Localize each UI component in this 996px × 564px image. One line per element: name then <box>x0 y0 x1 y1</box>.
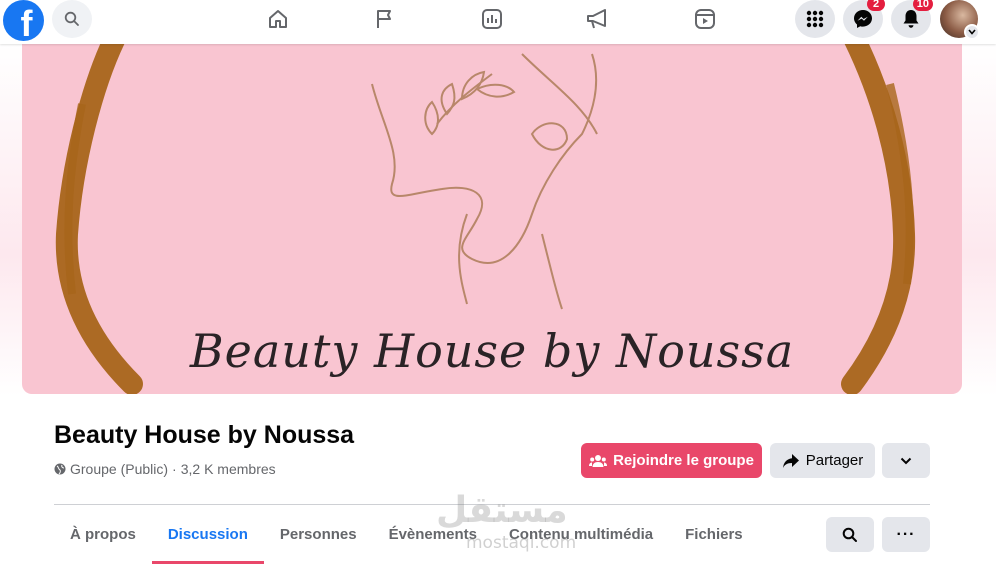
share-label: Partager <box>805 452 864 469</box>
tab-discussion[interactable]: Discussion <box>151 505 264 564</box>
notifications-badge: 10 <box>912 0 933 11</box>
notifications-button[interactable]: 10 <box>891 0 933 38</box>
more-options-dropdown-button[interactable] <box>882 443 930 478</box>
search-button[interactable] <box>52 0 92 38</box>
search-icon <box>64 11 79 26</box>
messenger-button[interactable]: 2 <box>843 0 885 38</box>
tab-people[interactable]: Personnes <box>264 505 373 564</box>
join-group-button[interactable]: Rejoindre le groupe <box>581 443 762 478</box>
facebook-logo[interactable]: f <box>3 0 44 41</box>
flag-icon <box>377 10 391 28</box>
nav-home[interactable] <box>263 4 293 34</box>
messenger-icon <box>854 10 872 28</box>
chevron-down-icon <box>968 29 976 35</box>
mostaql-watermark-url: mostaql.com <box>466 533 577 553</box>
share-button[interactable]: Partager <box>770 443 875 478</box>
nav-stats[interactable] <box>477 4 507 34</box>
home-icon <box>269 10 287 28</box>
messenger-badge: 2 <box>867 0 885 11</box>
meta-separator: · <box>172 461 177 477</box>
nav-pages[interactable] <box>370 4 400 34</box>
cover-photo: Beauty House by Noussa <box>22 44 962 394</box>
globe-icon <box>54 463 66 475</box>
group-people-icon <box>589 454 608 467</box>
menu-button[interactable] <box>795 0 835 38</box>
top-navigation-bar: f 2 10 <box>0 0 996 44</box>
cover-area: Beauty House by Noussa <box>0 44 996 396</box>
search-icon <box>842 527 857 542</box>
group-tabs: À propos Discussion Personnes Évènements… <box>54 505 759 564</box>
group-privacy[interactable]: Groupe (Public) <box>70 461 168 477</box>
video-icon <box>695 9 715 29</box>
group-title: Beauty House by Noussa <box>54 421 355 449</box>
chart-icon <box>482 9 502 29</box>
tab-about[interactable]: À propos <box>54 505 152 564</box>
bell-icon <box>903 10 919 28</box>
tab-files[interactable]: Fichiers <box>669 505 759 564</box>
group-search-button[interactable] <box>826 517 874 552</box>
cover-text: Beauty House by Noussa <box>189 324 795 378</box>
account-dropdown[interactable] <box>964 24 980 40</box>
group-meta: Groupe (Public) · 3,2 K membres <box>54 461 276 477</box>
share-arrow-icon <box>782 453 799 468</box>
mostaql-watermark: مستقل <box>436 490 568 531</box>
megaphone-icon <box>587 9 606 29</box>
chevron-down-icon <box>900 457 912 464</box>
nav-watch[interactable] <box>690 4 720 34</box>
join-group-label: Rejoindre le groupe <box>613 452 754 469</box>
group-members-count[interactable]: 3,2 K membres <box>181 461 276 477</box>
tabs-more-button[interactable]: ··· <box>882 517 930 552</box>
nav-ads[interactable] <box>583 4 613 34</box>
grid-menu-icon <box>806 10 824 28</box>
